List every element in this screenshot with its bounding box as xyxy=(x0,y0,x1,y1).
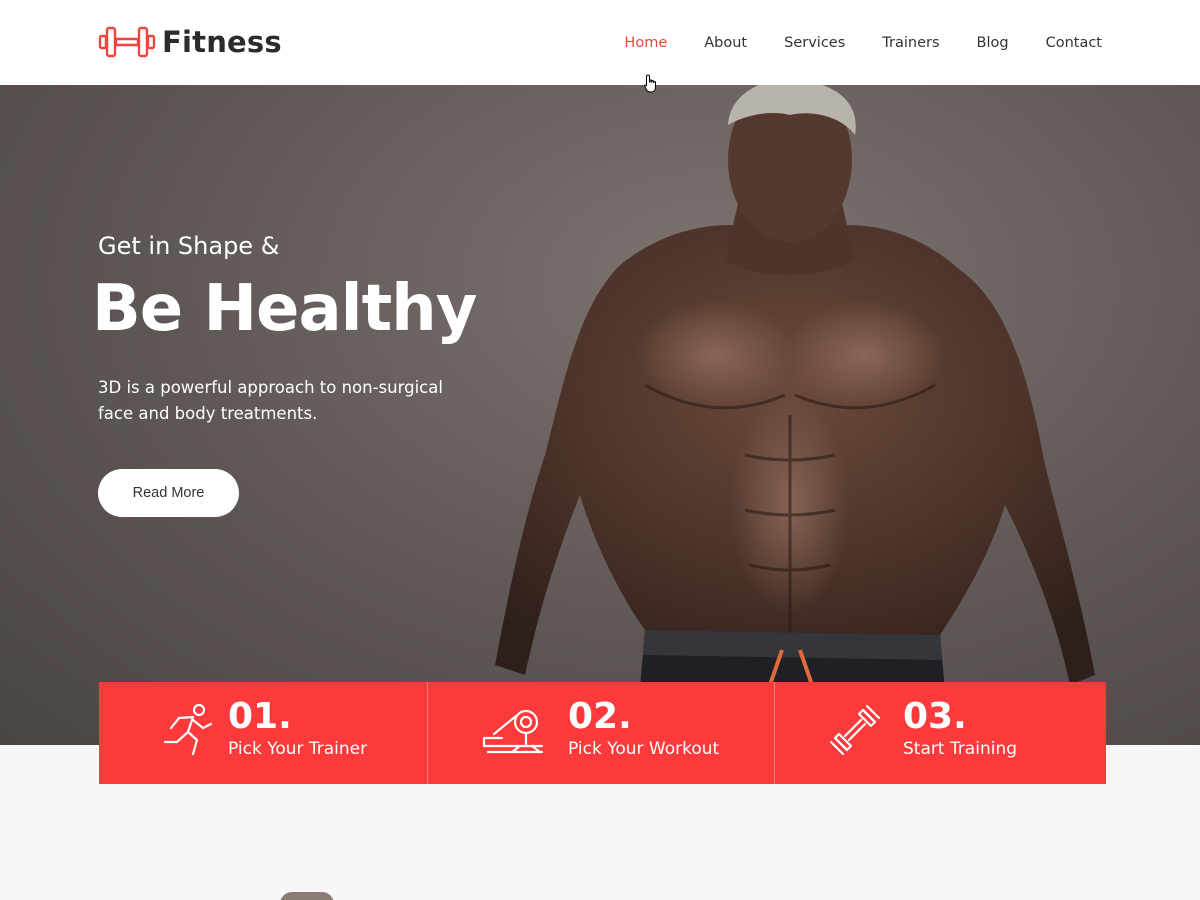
step-label: Pick Your Workout xyxy=(568,739,720,759)
logo[interactable]: Fitness xyxy=(98,24,282,60)
nav-item-contact[interactable]: Contact xyxy=(1046,35,1102,51)
step-label: Pick Your Trainer xyxy=(228,739,368,759)
steps-bar: 01. Pick Your Trainer 02. Pick Your Work… xyxy=(99,682,1106,784)
exercise-machine-icon xyxy=(482,709,544,754)
runner-icon xyxy=(163,703,213,756)
nav-item-services[interactable]: Services xyxy=(784,35,845,51)
athlete-image xyxy=(495,85,1095,745)
step-number: 03. xyxy=(903,696,967,737)
step-pick-workout[interactable]: 02. Pick Your Workout xyxy=(428,682,775,784)
step-number: 01. xyxy=(228,696,292,737)
next-section-image-peek xyxy=(280,892,334,900)
hero-section: Get in Shape & Be Healthy 3D is a powerf… xyxy=(0,85,1200,745)
mouse-pointer-icon xyxy=(644,74,656,93)
hero-description: 3D is a powerful approach to non-surgica… xyxy=(98,378,443,423)
read-more-button[interactable]: Read More xyxy=(98,469,239,517)
site-header: Fitness Home About Services Trainers Blo… xyxy=(0,0,1200,85)
step-pick-trainer[interactable]: 01. Pick Your Trainer xyxy=(99,682,428,784)
dumbbell-icon xyxy=(829,704,881,756)
hero-subtitle: Get in Shape & xyxy=(98,232,280,260)
step-start-training[interactable]: 03. Start Training xyxy=(775,682,1106,784)
nav-item-home[interactable]: Home xyxy=(624,35,667,51)
nav-item-trainers[interactable]: Trainers xyxy=(882,35,939,51)
step-number: 02. xyxy=(568,696,632,737)
main-nav: Home About Services Trainers Blog Contac… xyxy=(587,35,1102,51)
step-label: Start Training xyxy=(903,739,1018,759)
nav-item-about[interactable]: About xyxy=(704,35,747,51)
nav-item-blog[interactable]: Blog xyxy=(977,35,1009,51)
brand-name: Fitness xyxy=(162,25,282,59)
dumbbell-logo-icon xyxy=(98,26,156,58)
hero-title: Be Healthy xyxy=(92,272,477,346)
